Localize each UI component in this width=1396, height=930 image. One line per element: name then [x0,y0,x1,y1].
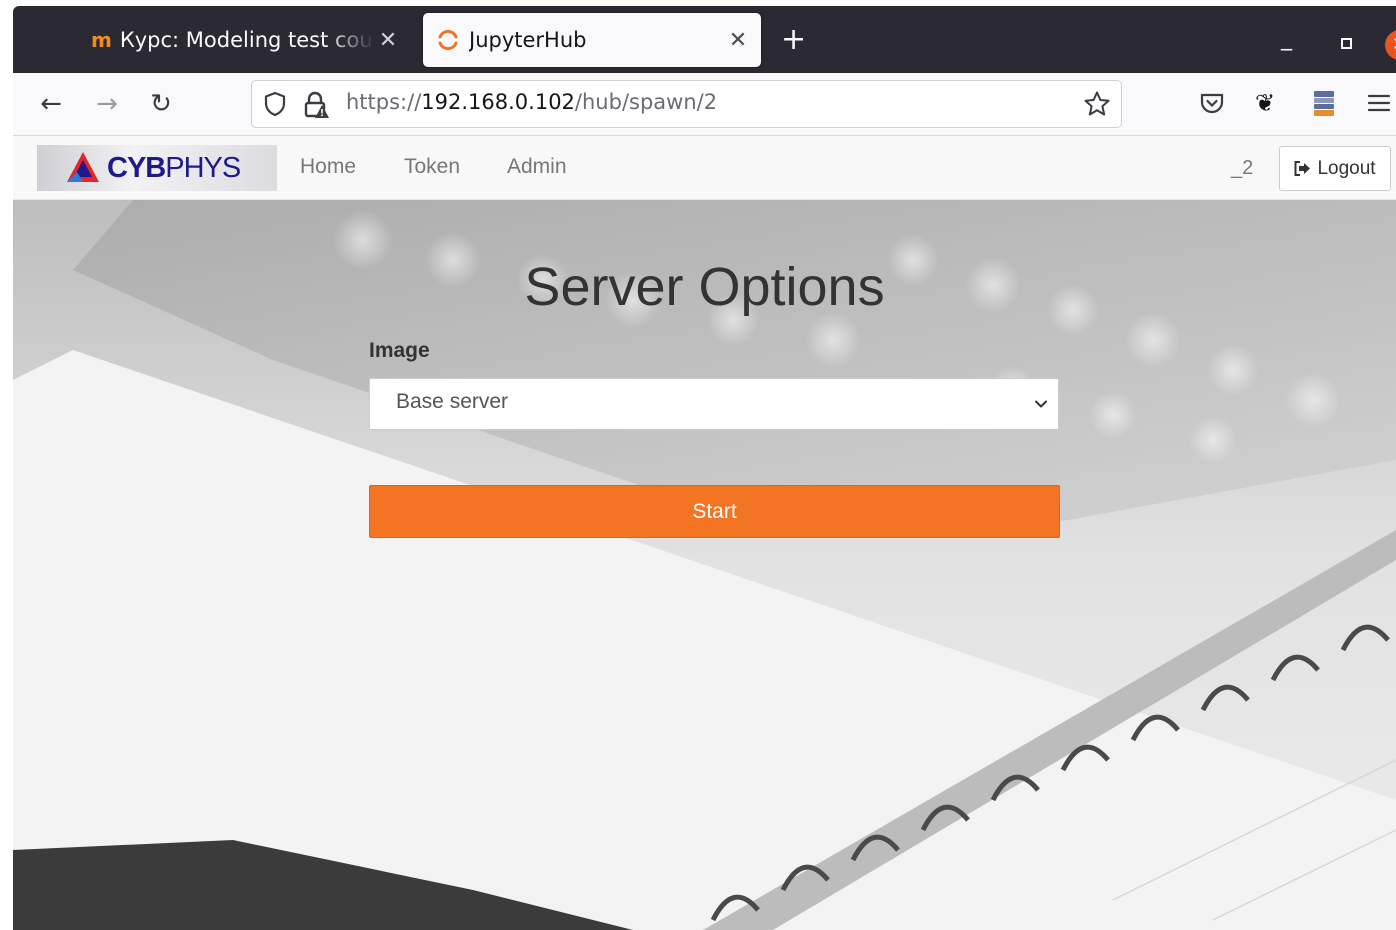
tab-title: Курс: Modeling test course [119,28,375,52]
minimize-icon[interactable]: _ [1281,26,1292,51]
nav-link-home[interactable]: Home [300,155,356,179]
image-select[interactable]: Base server [369,378,1059,430]
url-path: /hub/spawn/2 [574,90,718,114]
moodle-m-icon: m [91,28,112,52]
cybphys-logo-mark-icon [67,152,99,182]
shield-icon[interactable] [262,91,288,117]
start-button[interactable]: Start [369,485,1060,538]
address-bar[interactable]: https://192.168.0.102/hub/spawn/2 [251,80,1122,128]
url-text[interactable]: https://192.168.0.102/hub/spawn/2 [346,90,717,114]
close-icon[interactable]: ✕ [725,28,751,53]
window-left-margin [0,0,13,930]
window-close-icon[interactable]: ✕ [1385,30,1396,60]
pocket-icon[interactable] [1199,91,1225,117]
jupyter-icon [438,29,458,51]
new-tab-plus-icon[interactable]: + [781,22,806,58]
jupyterhub-page: CYBPHYS Home Token Admin _2 Logout Serve… [13,136,1396,930]
lock-warning-icon[interactable] [304,91,330,119]
url-scheme: https:// [346,90,422,114]
logout-label: Logout [1317,157,1376,179]
tab-title: JupyterHub [469,28,587,52]
current-user-name: _2 [1231,157,1254,179]
start-button-label: Start [692,499,737,523]
nav-link-admin[interactable]: Admin [507,155,567,179]
tab-moodle-course[interactable]: m Курс: Modeling test course ✕ [77,13,411,67]
gnome-extension-foot-icon[interactable]: ❦ [1255,89,1283,117]
reload-icon[interactable]: ↻ [145,88,177,120]
back-arrow-icon[interactable]: ← [35,88,67,120]
logout-button[interactable]: Logout [1279,146,1391,191]
hub-navbar: CYBPHYS Home Token Admin _2 Logout [13,136,1396,200]
nav-link-token[interactable]: Token [404,155,460,179]
tab-jupyterhub[interactable]: JupyterHub ✕ [423,13,761,67]
image-select-value: Base server [396,390,509,413]
close-icon[interactable]: ✕ [375,28,401,53]
browser-navigation-bar: ← → ↻ https://192.168.0.102/hub/spawn/2 … [13,73,1396,136]
sign-out-icon [1294,161,1311,176]
image-field-label: Image [369,339,430,362]
brand-text: CYBPHYS [107,151,241,184]
browser-tab-strip: m Курс: Modeling test course ✕ JupyterHu… [13,6,1396,73]
page-title: Server Options [524,257,885,317]
url-host: 192.168.0.102 [421,90,575,114]
forward-arrow-icon[interactable]: → [91,88,123,120]
cybphys-logo[interactable]: CYBPHYS [37,145,277,191]
hamburger-menu-icon[interactable] [1367,91,1391,115]
server-rack-icon[interactable] [1313,90,1335,118]
bookmark-star-icon[interactable] [1083,90,1111,118]
chevron-down-icon [1035,400,1047,408]
maximize-icon[interactable] [1341,38,1352,49]
